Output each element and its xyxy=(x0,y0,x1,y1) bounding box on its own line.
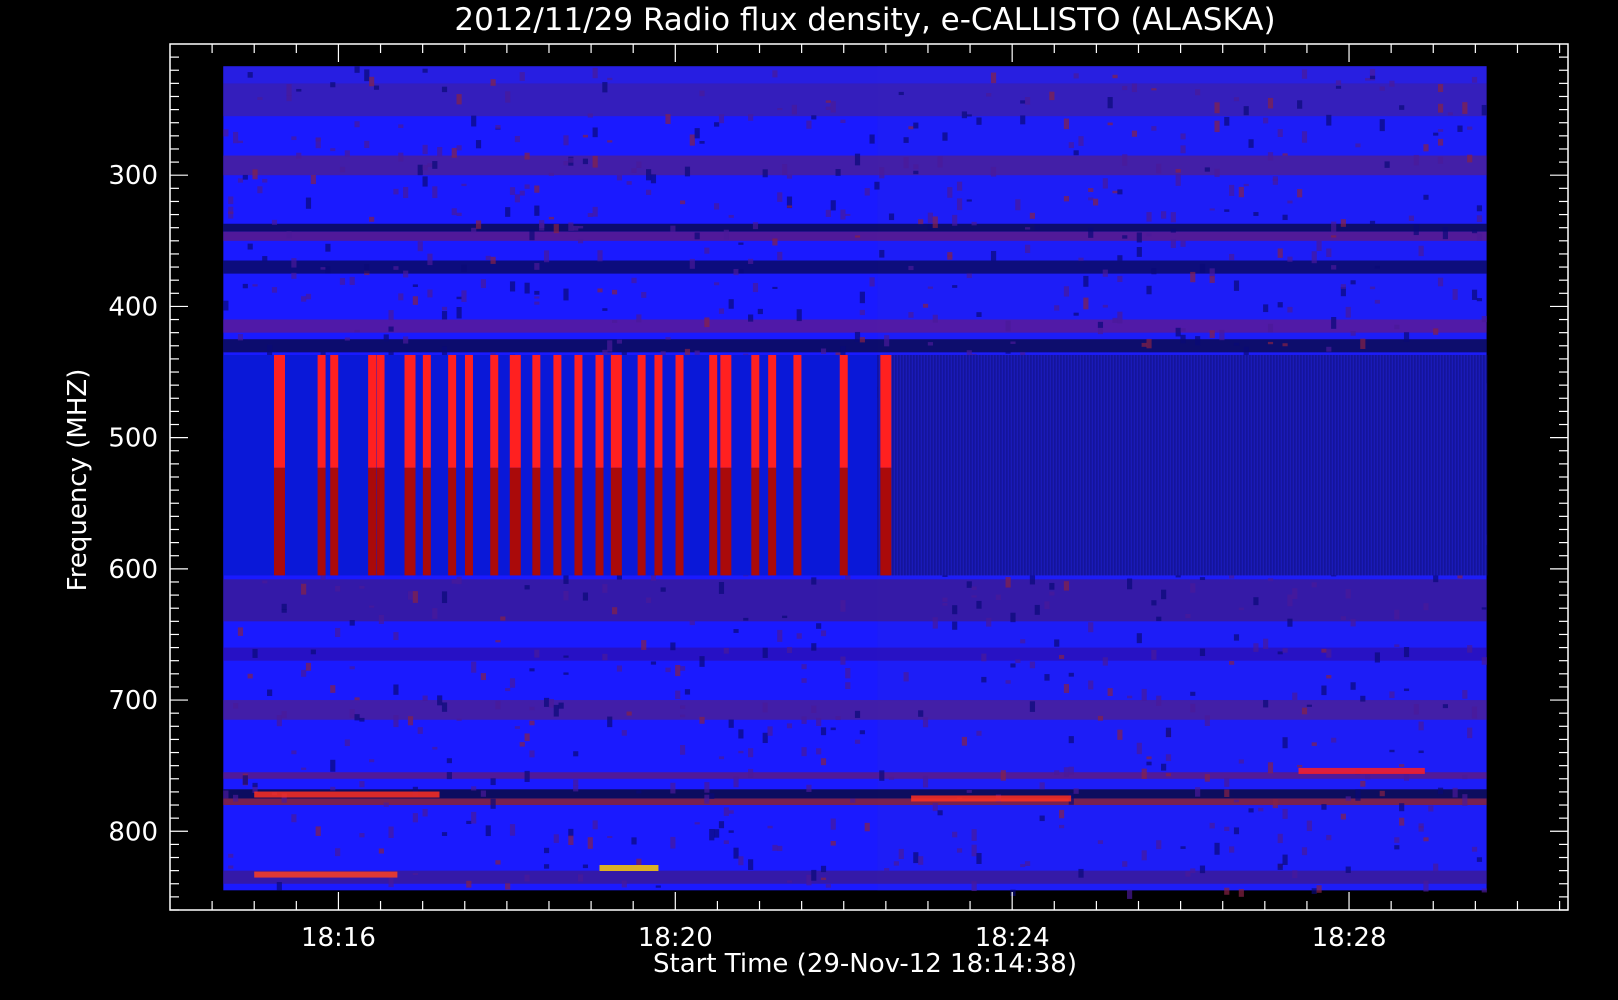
burst-21 xyxy=(751,354,760,468)
burst-20 xyxy=(720,354,732,468)
burst-lower-14 xyxy=(595,467,604,576)
band-1 xyxy=(223,83,1487,117)
burst-region-right xyxy=(877,354,1487,576)
burst-13 xyxy=(574,354,583,468)
burst-2 xyxy=(330,354,339,468)
band-5 xyxy=(223,260,1487,274)
spectrogram-chart: 2012/11/29 Radio flux density, e-CALLIST… xyxy=(63,2,1569,979)
band-0 xyxy=(223,66,1487,84)
burst-10 xyxy=(509,354,521,468)
y-axis-label: Frequency (MHZ) xyxy=(63,369,93,592)
y-tick-label-0: 300 xyxy=(108,161,158,191)
burst-6 xyxy=(422,354,431,468)
hot-spot-2 xyxy=(1298,767,1425,774)
y-tick-label-5: 800 xyxy=(108,817,158,847)
burst-18 xyxy=(675,354,684,468)
burst-3 xyxy=(368,354,377,468)
heatmap-area xyxy=(223,66,1488,899)
burst-12 xyxy=(553,354,562,468)
x-tick-label-3: 18:28 xyxy=(1312,923,1387,953)
y-tick-label-1: 400 xyxy=(108,292,158,322)
burst-lower-13 xyxy=(574,467,583,576)
burst-lower-0 xyxy=(273,467,285,576)
burst-lower-18 xyxy=(675,467,684,576)
burst-lower-21 xyxy=(751,467,760,576)
burst-lower-9 xyxy=(490,467,499,576)
burst-lower-8 xyxy=(464,467,473,576)
burst-lower-25 xyxy=(880,467,892,576)
band-9 xyxy=(223,647,1487,661)
burst-lower-15 xyxy=(610,467,622,576)
burst-22 xyxy=(768,354,777,468)
chart-title: 2012/11/29 Radio flux density, e-CALLIST… xyxy=(454,2,1275,38)
burst-24 xyxy=(839,354,848,468)
burst-23 xyxy=(793,354,802,468)
burst-lower-22 xyxy=(768,467,777,576)
x-axis-label: Start Time (29-Nov-12 18:14:38) xyxy=(653,949,1077,979)
burst-lower-3 xyxy=(368,467,377,576)
burst-11 xyxy=(532,354,541,468)
y-tick-label-3: 600 xyxy=(108,555,158,585)
burst-lower-11 xyxy=(532,467,541,576)
burst-5 xyxy=(404,354,416,468)
burst-lower-12 xyxy=(553,467,562,576)
burst-lower-16 xyxy=(637,467,646,576)
burst-0 xyxy=(273,354,285,468)
burst-4 xyxy=(376,354,385,468)
burst-14 xyxy=(595,354,604,468)
x-tick-label-0: 18:16 xyxy=(301,923,376,953)
y-tick-label-2: 500 xyxy=(108,424,158,454)
burst-lower-19 xyxy=(709,467,718,576)
hot-spot-1 xyxy=(599,865,659,872)
burst-7 xyxy=(448,354,457,468)
hot-spot-0 xyxy=(254,871,398,878)
hot-spot-4 xyxy=(254,791,440,798)
burst-lower-7 xyxy=(448,467,457,576)
burst-25 xyxy=(880,354,892,468)
burst-lower-10 xyxy=(509,467,521,576)
burst-16 xyxy=(637,354,646,468)
y-tick-label-4: 700 xyxy=(108,686,158,716)
burst-lower-6 xyxy=(422,467,431,576)
burst-lower-1 xyxy=(317,467,326,576)
burst-lower-17 xyxy=(654,467,663,576)
burst-15 xyxy=(610,354,622,468)
burst-lower-2 xyxy=(330,467,339,576)
burst-lower-23 xyxy=(793,467,802,576)
burst-lower-20 xyxy=(720,467,732,576)
burst-lower-24 xyxy=(839,467,848,576)
burst-lower-5 xyxy=(404,467,416,576)
burst-8 xyxy=(464,354,473,468)
band-6 xyxy=(223,319,1487,333)
burst-9 xyxy=(490,354,499,468)
hot-spot-3 xyxy=(911,795,1072,802)
burst-17 xyxy=(654,354,663,468)
band-11 xyxy=(223,772,1487,779)
burst-1 xyxy=(317,354,326,468)
burst-lower-4 xyxy=(376,467,385,576)
band-3 xyxy=(223,223,1487,232)
burst-19 xyxy=(709,354,718,468)
